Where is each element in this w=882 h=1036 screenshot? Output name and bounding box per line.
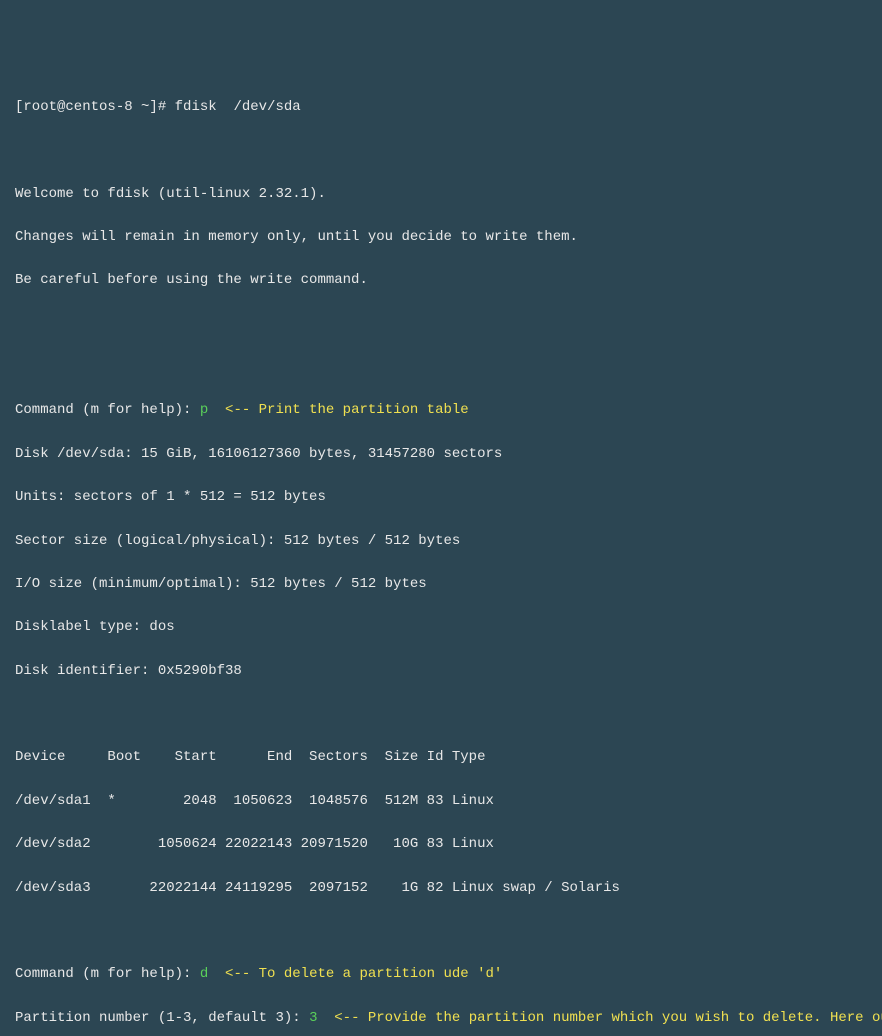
- annotation-3: <-- Provide the partition number which y…: [317, 1010, 882, 1026]
- disk-info-line: I/O size (minimum/optimal): 512 bytes / …: [15, 574, 867, 596]
- blank-line: [15, 357, 867, 379]
- fdisk-prompt: Command (m for help):: [15, 402, 200, 418]
- user-input-3[interactable]: 3: [309, 1010, 317, 1026]
- disk-info-line: Units: sectors of 1 * 512 = 512 bytes: [15, 487, 867, 509]
- partition-row: /dev/sda1 * 2048 1050623 1048576 512M 83…: [15, 791, 867, 813]
- welcome-line-2: Changes will remain in memory only, unti…: [15, 227, 867, 249]
- shell-command: fdisk /dev/sda: [175, 99, 301, 115]
- partition-row: /dev/sda2 1050624 22022143 20971520 10G …: [15, 834, 867, 856]
- welcome-line-1: Welcome to fdisk (util-linux 2.32.1).: [15, 184, 867, 206]
- fdisk-prompt: Command (m for help):: [15, 966, 200, 982]
- annotation-p: <-- Print the partition table: [208, 402, 468, 418]
- disk-info-line: Disk identifier: 0x5290bf38: [15, 661, 867, 683]
- user-input-p[interactable]: p: [200, 402, 208, 418]
- welcome-line-3: Be careful before using the write comman…: [15, 270, 867, 292]
- user-input-d[interactable]: d: [200, 966, 208, 982]
- fdisk-command-d: Command (m for help): d <-- To delete a …: [15, 964, 867, 986]
- partition-row: /dev/sda3 22022144 24119295 2097152 1G 8…: [15, 878, 867, 900]
- partition-number-line: Partition number (1-3, default 3): 3 <--…: [15, 1008, 867, 1030]
- annotation-d: <-- To delete a partition ude 'd': [208, 966, 502, 982]
- shell-prompt: [root@centos-8 ~]#: [15, 99, 175, 115]
- blank-line: [15, 140, 867, 162]
- blank-line: [15, 704, 867, 726]
- disk-info-line: Sector size (logical/physical): 512 byte…: [15, 531, 867, 553]
- disk-info-line: Disklabel type: dos: [15, 617, 867, 639]
- partition-number-prompt: Partition number (1-3, default 3):: [15, 1010, 309, 1026]
- partition-table-header: Device Boot Start End Sectors Size Id Ty…: [15, 747, 867, 769]
- blank-line: [15, 921, 867, 943]
- blank-line: [15, 314, 867, 336]
- disk-info-line: Disk /dev/sda: 15 GiB, 16106127360 bytes…: [15, 444, 867, 466]
- fdisk-command-p: Command (m for help): p <-- Print the pa…: [15, 400, 867, 422]
- shell-prompt-line: [root@centos-8 ~]# fdisk /dev/sda: [15, 97, 867, 119]
